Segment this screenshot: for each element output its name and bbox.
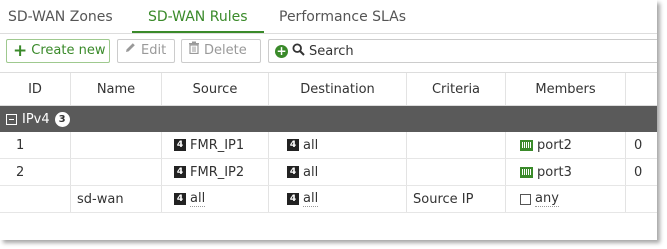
source-value: FMR_IP2 <box>190 164 245 180</box>
destination-value: all <box>303 137 319 153</box>
table-row[interactable]: 2 4 FMR_IP2 4 all port3 0 <box>0 159 657 186</box>
pencil-icon <box>124 40 137 62</box>
plus-icon: + <box>13 41 28 61</box>
source-value: all <box>190 191 206 207</box>
table-row[interactable]: sd-wan 4 all 4 all Source IP any <box>0 186 657 213</box>
toolbar: + Create new Edit Delete + Search <box>0 36 657 68</box>
port-icon <box>520 139 533 151</box>
members-value: port3 <box>537 164 572 180</box>
cell-extra <box>626 186 657 212</box>
address-icon: 4 <box>287 166 299 178</box>
header-id[interactable]: ID <box>0 73 71 105</box>
cell-members: any <box>506 186 626 212</box>
cell-destination: 4 all <box>269 186 407 212</box>
cell-criteria <box>407 159 506 185</box>
delete-label: Delete <box>204 43 247 58</box>
group-label: IPv4 <box>22 111 50 127</box>
address-icon: 4 <box>174 166 186 178</box>
cell-destination: 4 all <box>269 159 407 185</box>
delete-button[interactable]: Delete <box>181 39 261 63</box>
cell-source: 4 FMR_IP1 <box>162 132 269 158</box>
edit-label: Edit <box>141 43 167 58</box>
table-header: ID Name Source Destination Criteria Memb… <box>0 72 657 106</box>
cell-criteria: Source IP <box>407 186 506 212</box>
cell-destination: 4 all <box>269 132 407 158</box>
address-icon: 4 <box>287 139 299 151</box>
tab-divider <box>0 33 657 34</box>
sdwan-panel: SD-WAN Zones SD-WAN Rules Performance SL… <box>0 0 657 240</box>
cell-members: port3 <box>506 159 626 185</box>
search-icon <box>292 42 305 60</box>
tab-sdwan-rules[interactable]: SD-WAN Rules <box>148 6 248 28</box>
add-filter-icon[interactable]: + <box>275 44 288 58</box>
header-criteria[interactable]: Criteria <box>407 73 506 105</box>
cell-extra: 0 <box>634 164 643 180</box>
group-row-ipv4[interactable]: IPv4 3 <box>0 106 657 132</box>
cell-name <box>71 132 162 158</box>
members-value: port2 <box>537 137 572 153</box>
trash-icon <box>188 40 200 62</box>
cell-id: 2 <box>0 159 71 185</box>
header-source[interactable]: Source <box>162 73 269 105</box>
any-interface-icon <box>520 193 531 205</box>
address-icon: 4 <box>174 193 186 205</box>
cell-source: 4 all <box>162 186 269 212</box>
cell-id <box>0 186 71 212</box>
tab-bar: SD-WAN Zones SD-WAN Rules Performance SL… <box>0 0 657 34</box>
destination-value: all <box>303 164 319 180</box>
table-row[interactable]: 1 4 FMR_IP1 4 all port2 0 <box>0 132 657 159</box>
port-icon <box>520 166 533 178</box>
address-icon: 4 <box>174 139 186 151</box>
search-input[interactable]: + Search <box>268 39 657 63</box>
cell-id: 1 <box>0 132 71 158</box>
edit-button[interactable]: Edit <box>117 39 175 63</box>
search-placeholder: Search <box>309 43 354 59</box>
destination-value: all <box>303 191 319 207</box>
cell-criteria <box>407 132 506 158</box>
group-count-badge: 3 <box>54 111 70 127</box>
source-value: FMR_IP1 <box>190 137 245 153</box>
address-icon: 4 <box>287 193 299 205</box>
tab-performance-slas[interactable]: Performance SLAs <box>279 6 406 28</box>
header-name[interactable]: Name <box>71 73 162 105</box>
cell-source: 4 FMR_IP2 <box>162 159 269 185</box>
cell-extra: 0 <box>634 137 643 153</box>
create-new-label: Create new <box>31 43 106 58</box>
members-value: any <box>535 191 559 207</box>
create-new-button[interactable]: + Create new <box>6 39 110 63</box>
tab-sdwan-zones[interactable]: SD-WAN Zones <box>8 6 113 28</box>
cell-name: sd-wan <box>71 186 162 212</box>
collapse-icon[interactable] <box>6 113 17 125</box>
header-members[interactable]: Members <box>506 73 626 105</box>
header-extra <box>626 73 657 105</box>
header-destination[interactable]: Destination <box>269 73 407 105</box>
cell-members: port2 <box>506 132 626 158</box>
cell-name <box>71 159 162 185</box>
